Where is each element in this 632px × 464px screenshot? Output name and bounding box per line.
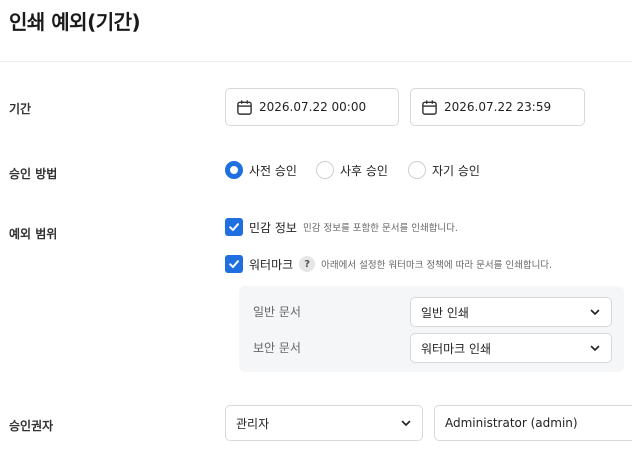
select-value: 관리자 xyxy=(236,416,270,431)
watermark-checkbox[interactable]: 워터마크 ? 아래에서 설정한 워터마크 정책에 따라 문서를 인쇄합니다. xyxy=(225,255,552,273)
checkmark-icon xyxy=(229,260,239,268)
start-date-field[interactable]: 2026.07.22 00:00 xyxy=(225,88,399,126)
sensitive-info-description: 민감 정보를 포함한 문서를 인쇄합니다. xyxy=(302,223,458,234)
approver-role-select[interactable]: 관리자 xyxy=(225,405,423,441)
radio-label: 자기 승인 xyxy=(432,163,480,178)
radio-pre-approval[interactable]: 사전 승인 xyxy=(225,161,297,179)
sensitive-info-label: 민감 정보 xyxy=(249,220,297,235)
calendar-icon xyxy=(422,99,437,115)
approval-method-label: 승인 방법 xyxy=(9,167,58,181)
help-icon[interactable]: ? xyxy=(299,256,316,272)
exception-scope-label: 예외 범위 xyxy=(9,227,58,241)
watermark-label: 워터마크 xyxy=(249,257,294,272)
secure-document-select[interactable]: 워터마크 인쇄 xyxy=(410,333,612,363)
radio-label: 사전 승인 xyxy=(249,163,297,178)
general-document-select[interactable]: 일반 인쇄 xyxy=(410,297,612,327)
checkbox-checked xyxy=(225,255,243,273)
end-date-field[interactable]: 2026.07.22 23:59 xyxy=(410,88,585,126)
select-value: 일반 인쇄 xyxy=(421,305,469,320)
header-divider xyxy=(0,61,632,62)
page-title: 인쇄 예외(기간) xyxy=(9,10,141,34)
watermark-description: 아래에서 설정한 워터마크 정책에 따라 문서를 인쇄합니다. xyxy=(321,260,553,271)
chevron-down-icon xyxy=(590,309,600,315)
radio-label: 사후 승인 xyxy=(340,163,388,178)
radio-self-approval[interactable]: 자기 승인 xyxy=(408,161,480,179)
chevron-down-icon xyxy=(590,345,600,351)
radio-post-approval[interactable]: 사후 승인 xyxy=(316,161,388,179)
calendar-icon xyxy=(237,99,252,115)
checkmark-icon xyxy=(229,223,239,231)
secure-document-label: 보안 문서 xyxy=(253,341,301,355)
radio-circle xyxy=(316,161,334,179)
select-value: 워터마크 인쇄 xyxy=(421,341,492,356)
period-label: 기간 xyxy=(9,102,32,116)
end-date-value: 2026.07.22 23:59 xyxy=(444,100,552,114)
general-document-label: 일반 문서 xyxy=(253,305,301,319)
sensitive-info-checkbox[interactable]: 민감 정보 민감 정보를 포함한 문서를 인쇄합니다. xyxy=(225,218,458,236)
approver-user-value: Administrator (admin) xyxy=(445,416,578,430)
checkbox-checked xyxy=(225,218,243,236)
start-date-value: 2026.07.22 00:00 xyxy=(259,100,367,114)
approver-user-field[interactable]: Administrator (admin) xyxy=(434,405,632,441)
radio-circle xyxy=(408,161,426,179)
approver-label: 승인권자 xyxy=(9,419,54,433)
chevron-down-icon xyxy=(401,420,411,426)
radio-circle-selected xyxy=(225,161,243,179)
